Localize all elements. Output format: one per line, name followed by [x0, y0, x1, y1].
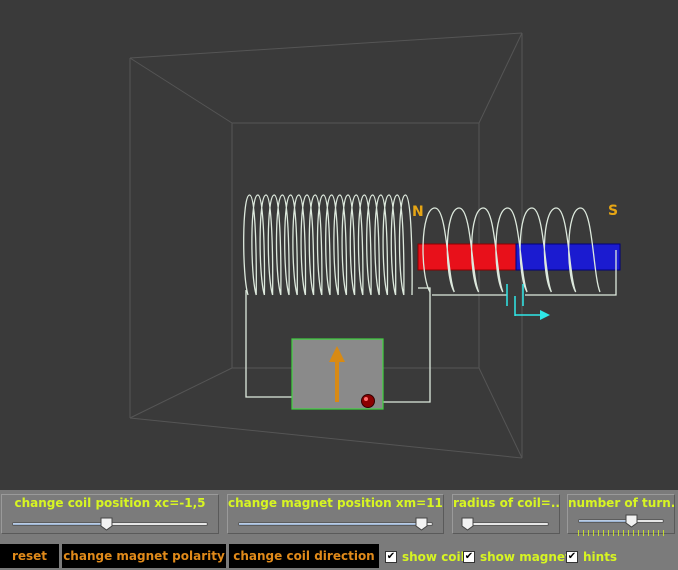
change-magnet-polarity-button[interactable]: change magnet polarity — [62, 544, 226, 568]
show-magnet-label: show magnet — [480, 550, 571, 564]
magnet-position-slider-panel: change magnet position xm=111,9 — [227, 494, 444, 534]
coil-radius-track[interactable] — [463, 522, 549, 526]
hints-check-box[interactable]: ✔ — [566, 551, 578, 563]
number-of-turns-label: number of turn... — [568, 496, 674, 510]
scene-drawing — [129, 32, 621, 459]
magnet-position-label: change magnet position xm=111,9 — [228, 496, 443, 510]
magnet-position-slider-thumb[interactable] — [415, 517, 428, 531]
coil-radius-label: radius of coil=... — [453, 496, 559, 510]
gap-marker — [506, 284, 524, 316]
reset-button[interactable]: reset — [0, 544, 59, 568]
number-of-turns-track[interactable] — [578, 519, 664, 523]
meter-terminal — [361, 394, 375, 408]
change-coil-direction-button[interactable]: change coil direction — [229, 544, 379, 568]
coil-position-label: change coil position xc=-1,5 — [14, 496, 206, 510]
control-panel: change coil position xc=-1,5 change magn… — [0, 490, 678, 570]
coil-dense — [243, 194, 413, 296]
north-pole-label: N — [412, 204, 424, 220]
coil-radius-slider-thumb[interactable] — [461, 517, 474, 531]
show-coil-label: show coil — [402, 550, 465, 564]
number-of-turns-ticks — [578, 530, 664, 536]
magnet-north — [417, 243, 517, 271]
hints-checkbox[interactable]: ✔ hints — [566, 549, 617, 565]
magnet-position-track[interactable] — [238, 522, 433, 526]
coil-position-slider-thumb[interactable] — [100, 517, 113, 531]
show-coil-checkbox[interactable]: ✔ show coil — [385, 549, 465, 565]
simulation-canvas[interactable]: N S — [0, 0, 678, 490]
hints-label: hints — [583, 550, 618, 564]
show-magnet-checkbox[interactable]: ✔ show magnet — [463, 549, 571, 565]
number-of-turns-slider-panel: number of turn... — [567, 494, 675, 536]
show-coil-check-box[interactable]: ✔ — [385, 551, 397, 563]
number-of-turns-slider-thumb[interactable] — [625, 514, 638, 528]
velocity-arrow-icon — [515, 310, 550, 320]
coil-position-slider-panel: change coil position xc=-1,5 — [1, 494, 219, 534]
coil-radius-slider-panel: radius of coil=... — [452, 494, 560, 534]
south-pole-label: S — [608, 203, 619, 219]
show-magnet-check-box[interactable]: ✔ — [463, 551, 475, 563]
galvanometer — [291, 338, 384, 410]
